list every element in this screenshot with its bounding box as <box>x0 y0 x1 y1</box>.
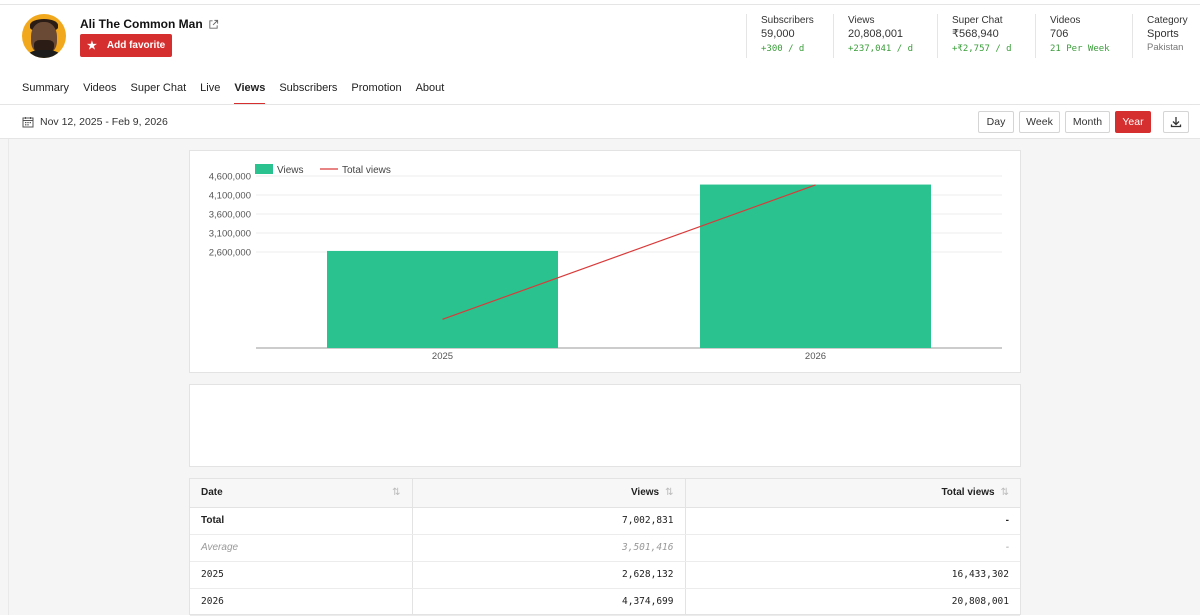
stat-value: Sports <box>1147 28 1179 40</box>
tab-live[interactable]: Live <box>200 80 220 106</box>
header-views-label: Views <box>630 487 660 499</box>
cell-views: 2,628,132 <box>412 561 686 589</box>
cell-views: 7,002,831 <box>412 507 686 535</box>
header-date[interactable]: Date ⇅ <box>190 479 413 508</box>
y-tick-label: 2,600,000 <box>209 248 251 259</box>
secondary-chart-card <box>189 384 1021 467</box>
table-header-row: Date ⇅ Views ⇅ Total views ⇅ <box>190 479 1020 508</box>
period-week-button[interactable]: Week <box>1019 111 1060 133</box>
cell-total-views: - <box>685 534 1020 562</box>
header-total-views[interactable]: Total views ⇅ <box>685 479 1020 508</box>
legend-label-total-views: Total views <box>342 165 391 176</box>
bar-views <box>700 184 931 348</box>
sort-icon[interactable]: ⇅ <box>1001 487 1009 498</box>
period-month-button[interactable]: Month <box>1065 111 1110 133</box>
cell-total-views: - <box>685 507 1020 535</box>
external-link-icon[interactable] <box>208 19 219 30</box>
views-table-card: Date ⇅ Views ⇅ Total views ⇅ Total 7,002,83… <box>189 478 1021 616</box>
stat-delta: +300 / d <box>761 44 805 54</box>
stat-country: Pakistan <box>1147 42 1184 53</box>
cell-date: Average <box>190 534 413 562</box>
table-row-total: Total 7,002,831 - <box>190 507 1020 535</box>
y-tick-label: 3,600,000 <box>209 210 251 221</box>
star-icon: ★ <box>87 40 97 52</box>
add-favorite-label: Add favorite <box>106 40 166 51</box>
legend-label-views: Views <box>277 165 304 176</box>
channel-name[interactable]: Ali The Common Man <box>80 17 219 31</box>
sort-icon[interactable]: ⇅ <box>665 487 673 498</box>
stat-value: 20,808,001 <box>848 28 904 40</box>
stat-value: 59,000 <box>761 28 795 40</box>
header-date-label: Date <box>201 487 223 499</box>
stat-label: Views <box>848 15 875 26</box>
y-tick-label: 4,100,000 <box>209 191 251 202</box>
channel-tabs: Summary Videos Super Chat Live Views Sub… <box>22 80 458 106</box>
stat-delta: 21 Per Week <box>1050 44 1110 54</box>
date-range-picker[interactable]: Nov 12, 2025 - Feb 9, 2026 <box>22 116 168 128</box>
channel-name-text[interactable]: Ali The Common Man <box>80 17 203 31</box>
views-chart-card: 4,600,000 4,100,000 3,600,000 3,100,000 2,60… <box>189 150 1021 373</box>
cell-views: 4,374,699 <box>412 588 686 616</box>
views-table: Date ⇅ Views ⇅ Total views ⇅ Total 7,002,83… <box>190 479 1020 616</box>
tab-super-chat[interactable]: Super Chat <box>131 80 187 106</box>
stat-views: Views 20,808,001 +237,041 / d <box>833 14 913 58</box>
cell-total-views: 16,433,302 <box>685 561 1020 589</box>
header-views[interactable]: Views ⇅ <box>412 479 686 508</box>
calendar-icon <box>22 117 34 128</box>
download-button[interactable] <box>1163 111 1189 133</box>
add-favorite-button[interactable]: ★ Add favorite <box>80 34 172 57</box>
stat-videos: Videos 706 21 Per Week <box>1035 14 1110 58</box>
date-toolbar: Nov 12, 2025 - Feb 9, 2026 Day Week Mont… <box>0 105 1200 139</box>
stat-category: Category Sports Pakistan <box>1132 14 1188 58</box>
cell-date: 2025 <box>190 561 413 589</box>
channel-header: Ali The Common Man ★ Add favorite Subscr… <box>0 0 1200 70</box>
cell-date: Total <box>190 507 413 535</box>
date-range-text: Nov 12, 2025 - Feb 9, 2026 <box>40 116 168 128</box>
tab-videos[interactable]: Videos <box>83 80 116 106</box>
tab-summary[interactable]: Summary <box>22 80 69 106</box>
x-tick-label: 2025 <box>432 351 453 362</box>
table-row-average: Average 3,501,416 - <box>190 534 1020 562</box>
download-icon <box>1170 117 1182 128</box>
tab-promotion[interactable]: Promotion <box>351 80 401 106</box>
tab-views[interactable]: Views <box>234 80 266 106</box>
table-row: 2025 2,628,132 16,433,302 <box>190 561 1020 589</box>
cell-date: 2026 <box>190 588 413 616</box>
header-total-views-label: Total views <box>941 487 995 499</box>
table-row: 2026 4,374,699 20,808,001 <box>190 588 1020 616</box>
cell-views: 3,501,416 <box>412 534 686 562</box>
stat-label: Category <box>1147 15 1188 26</box>
views-chart: 4,600,000 4,100,000 3,600,000 3,100,000 2,60… <box>209 164 1002 362</box>
stat-subscribers: Subscribers 59,000 +300 / d <box>746 14 814 58</box>
stat-super-chat: Super Chat ₹568,940 +₹2,757 / d <box>937 14 1012 58</box>
channel-avatar[interactable] <box>22 14 66 58</box>
sort-icon[interactable]: ⇅ <box>392 487 400 498</box>
legend-swatch-views <box>255 164 273 174</box>
stat-value: 706 <box>1050 28 1069 40</box>
cell-total-views: 20,808,001 <box>685 588 1020 616</box>
bar-views <box>327 250 558 348</box>
period-day-button[interactable]: Day <box>978 111 1014 133</box>
y-tick-label: 3,100,000 <box>209 229 251 240</box>
x-tick-label: 2026 <box>805 351 826 362</box>
stat-label: Subscribers <box>761 15 814 26</box>
stat-delta: +237,041 / d <box>848 44 914 54</box>
stat-delta: +₹2,757 / d <box>952 44 1012 54</box>
stat-label: Videos <box>1050 15 1081 26</box>
tab-subscribers[interactable]: Subscribers <box>279 80 337 106</box>
period-year-button[interactable]: Year <box>1115 111 1151 133</box>
y-tick-label: 4,600,000 <box>209 172 251 183</box>
left-edge-line <box>8 139 9 615</box>
tab-about[interactable]: About <box>416 80 445 106</box>
stat-label: Super Chat <box>952 15 1003 26</box>
stat-value: ₹568,940 <box>952 28 999 40</box>
